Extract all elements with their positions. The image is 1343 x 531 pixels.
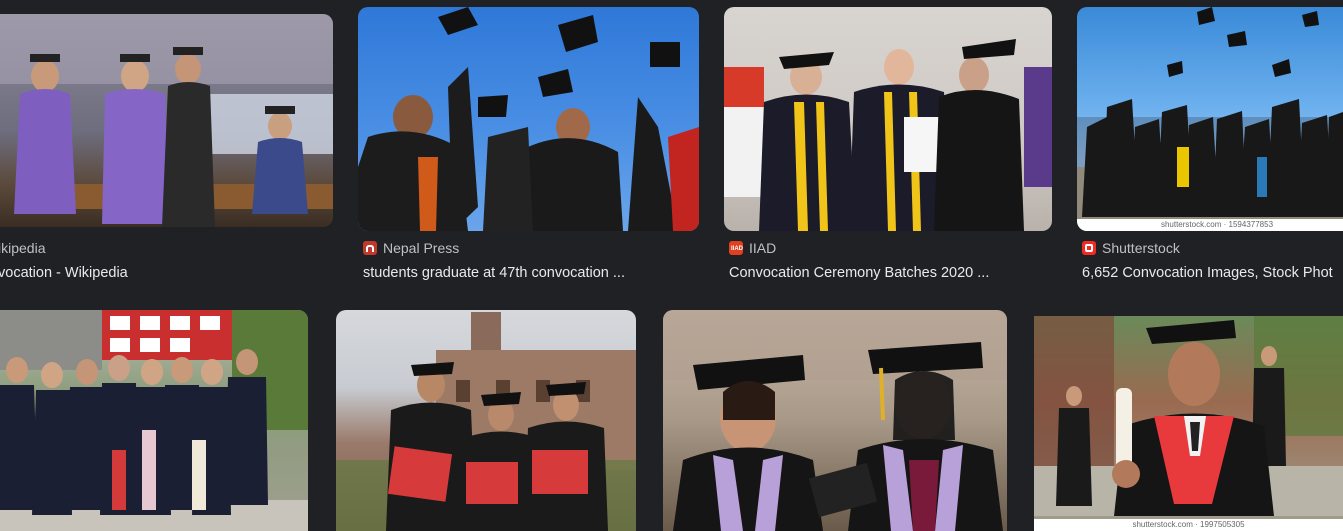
convocation-ceremony-thumbnail[interactable] xyxy=(0,14,333,227)
graduate-holding-diploma-illustration xyxy=(1034,316,1343,516)
result-title[interactable]: vocation - Wikipedia xyxy=(0,265,128,281)
graduates-jumping-illustration xyxy=(1077,7,1343,219)
result-source[interactable]: Shutterstock xyxy=(1082,240,1180,256)
students-throwing-caps-thumbnail[interactable] xyxy=(358,7,699,231)
result-source[interactable]: IIAD IIAD xyxy=(729,240,776,256)
result-source[interactable]: ikipedia xyxy=(0,240,45,256)
iiad-ceremony-thumbnail[interactable] xyxy=(724,7,1052,231)
group-of-graduates-illustration xyxy=(0,310,308,531)
watermark: shutterstock.com · 1997505305 xyxy=(1034,519,1343,531)
nepal-press-icon xyxy=(363,241,377,255)
watermark: shutterstock.com · 1594377853 xyxy=(1077,219,1343,231)
ceremony-stage-illustration xyxy=(0,14,333,227)
result-source[interactable]: Nepal Press xyxy=(363,240,459,256)
result-title[interactable]: students graduate at 47th convocation ..… xyxy=(363,265,625,281)
iiad-icon: IIAD xyxy=(729,241,743,255)
students-throwing-caps-illustration xyxy=(358,7,699,231)
group-of-graduates-thumbnail[interactable] xyxy=(0,310,308,531)
graduates-jumping-thumbnail[interactable]: shutterstock.com · 1594377853 xyxy=(1077,7,1343,231)
three-graduates-illustration xyxy=(336,312,636,531)
graduate-holding-diploma-thumbnail[interactable]: shutterstock.com · 1997505305 xyxy=(1034,316,1343,531)
shutterstock-icon xyxy=(1082,241,1096,255)
three-graduates-with-certificates-thumbnail[interactable] xyxy=(336,310,636,531)
result-title[interactable]: 6,652 Convocation Images, Stock Phot xyxy=(1082,265,1333,281)
two-women-graduates-illustration xyxy=(663,310,1007,531)
result-title[interactable]: Convocation Ceremony Batches 2020 ... xyxy=(729,265,989,281)
two-women-graduates-thumbnail[interactable] xyxy=(663,310,1007,531)
iiad-ceremony-illustration xyxy=(724,39,1052,231)
